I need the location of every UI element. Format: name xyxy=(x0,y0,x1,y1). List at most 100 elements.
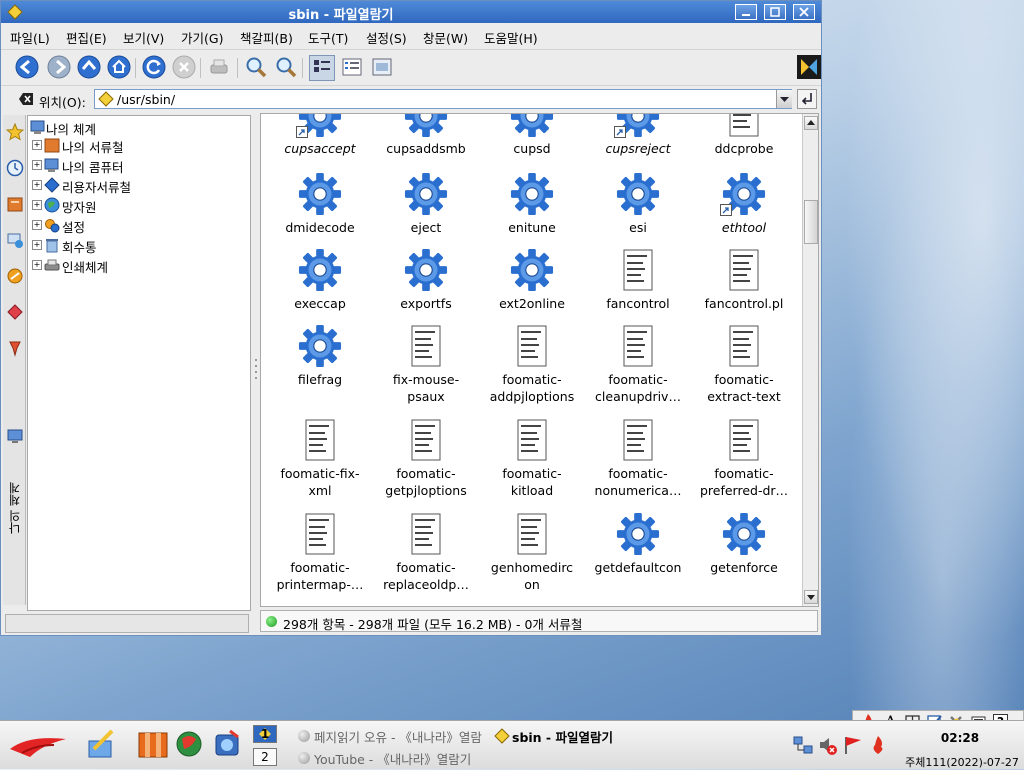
computer-icon[interactable] xyxy=(6,427,24,445)
file-item-genhomedircon[interactable]: genhomedirc on xyxy=(479,512,585,596)
file-item-esi[interactable]: esi xyxy=(585,172,691,256)
file-item-foomatic-preferred-dr[interactable]: foomatic-preferred-dr… xyxy=(691,418,797,502)
tag-icon[interactable] xyxy=(6,303,24,321)
home-folder-icon[interactable] xyxy=(6,195,24,213)
expand-icon[interactable]: + xyxy=(32,140,42,150)
executable-gear-icon xyxy=(298,172,342,216)
web-browser-icon[interactable] xyxy=(174,727,208,761)
start-menu-icon[interactable] xyxy=(8,727,68,761)
preview-view-button[interactable] xyxy=(370,55,394,79)
menu-tools[interactable]: 도구(T) xyxy=(308,28,348,47)
task-youtube[interactable]: YouTube - 《내나라》열람기 xyxy=(298,749,508,767)
file-name: ext2online xyxy=(499,296,565,311)
task-error-page[interactable]: 페지읽기 오유 - 《내나라》열람 xyxy=(298,727,490,745)
file-item-getdefaultcon[interactable]: getdefaultcon xyxy=(585,512,691,596)
menu-help[interactable]: 도움말(H) xyxy=(484,28,538,47)
back-button[interactable] xyxy=(15,55,39,79)
file-item-filefrag[interactable]: filefrag xyxy=(267,324,373,408)
file-item-foomatic-nonumerica[interactable]: foomatic-nonumerica… xyxy=(585,418,691,502)
menu-file[interactable]: 파일(L) xyxy=(10,28,50,47)
services-icon[interactable] xyxy=(6,267,24,285)
maximize-button[interactable] xyxy=(764,4,786,20)
go-button[interactable] xyxy=(797,89,817,109)
executable-gear-icon xyxy=(298,248,342,292)
folder-diamond-icon xyxy=(98,91,114,107)
pager-desktop-1[interactable]: 1 xyxy=(253,725,277,743)
flag-icon[interactable] xyxy=(843,734,863,756)
scrollbar-thumb[interactable] xyxy=(804,200,818,244)
up-button[interactable] xyxy=(77,55,101,79)
file-item-foomatic-printermap-[interactable]: foomatic-printermap-… xyxy=(267,512,373,596)
zoom-out-button[interactable] xyxy=(274,55,298,79)
sidebar-vertical-label[interactable]: 나의 체계 xyxy=(6,481,22,535)
file-item-eject[interactable]: eject xyxy=(373,172,479,256)
home-button[interactable] xyxy=(107,55,131,79)
network-status-icon[interactable] xyxy=(793,734,813,756)
file-item-fix-mouse-psaux[interactable]: fix-mouse-psaux xyxy=(373,324,479,408)
clear-location-icon[interactable] xyxy=(18,92,34,106)
title-bar[interactable]: sbin - 파일열람기 xyxy=(1,1,821,23)
menu-settings[interactable]: 설정(S) xyxy=(366,28,407,47)
zoom-in-button[interactable] xyxy=(244,55,268,79)
file-item-exportfs[interactable]: exportfs xyxy=(373,248,479,332)
expand-icon[interactable]: + xyxy=(32,220,42,230)
forward-button[interactable] xyxy=(47,55,71,79)
vertical-scrollbar[interactable] xyxy=(802,114,818,606)
file-item-getenforce[interactable]: getenforce xyxy=(691,512,797,596)
reload-button[interactable] xyxy=(142,55,166,79)
file-item-foomatic-getpjloptions[interactable]: foomatic-getpjloptions xyxy=(373,418,479,502)
file-name: ddcprobe xyxy=(714,141,774,156)
file-manager-launcher-icon[interactable] xyxy=(136,727,170,761)
file-item-foomatic-kitload[interactable]: foomatic-kitload xyxy=(479,418,585,502)
text-editor-icon[interactable] xyxy=(84,727,118,761)
script-file-icon xyxy=(616,248,660,292)
menu-go[interactable]: 가기(G) xyxy=(181,28,223,47)
expand-icon[interactable]: + xyxy=(32,260,42,270)
kde-logo-icon[interactable] xyxy=(797,55,821,79)
flame-tray-icon[interactable] xyxy=(868,734,888,756)
file-item-dmidecode[interactable]: dmidecode xyxy=(267,172,373,256)
network-icon[interactable] xyxy=(6,231,24,249)
file-item-ext2online[interactable]: ext2online xyxy=(479,248,585,332)
file-item-foomatic-extract-text[interactable]: foomatic-extract-text xyxy=(691,324,797,408)
file-item-foomatic-replaceoldp[interactable]: foomatic-replaceoldp… xyxy=(373,512,479,596)
expand-icon[interactable]: + xyxy=(32,240,42,250)
panel-splitter[interactable] xyxy=(253,115,259,611)
detail-view-button[interactable] xyxy=(340,55,364,79)
history-clock-icon[interactable] xyxy=(6,159,24,177)
expand-icon[interactable]: + xyxy=(32,160,42,170)
close-button[interactable] xyxy=(793,4,815,20)
location-dropdown[interactable] xyxy=(776,90,792,108)
file-item-fancontrol[interactable]: fancontrol xyxy=(585,248,691,332)
file-item-ethtool[interactable]: ethtool xyxy=(691,172,797,256)
file-item-foomatic-addpjloptions[interactable]: foomatic-addpjloptions xyxy=(479,324,585,408)
expand-icon[interactable]: + xyxy=(32,200,42,210)
file-item-enitune[interactable]: enitune xyxy=(479,172,585,256)
pager-desktop-2[interactable]: 2 xyxy=(253,748,277,766)
file-icon-view[interactable]: cupsaccept cupsaddsmb cupsd cupsreject d… xyxy=(260,113,819,607)
file-name: cupsaccept xyxy=(284,141,356,156)
menu-bookmarks[interactable]: 책갈피(B) xyxy=(240,28,293,47)
minimize-button[interactable] xyxy=(735,4,757,20)
expand-icon[interactable]: + xyxy=(32,180,42,190)
bookmarks-star-icon[interactable] xyxy=(6,123,24,141)
print-button[interactable] xyxy=(207,55,231,79)
location-input[interactable]: /usr/sbin/ xyxy=(94,89,792,109)
clock-time[interactable]: 02:28 xyxy=(930,731,990,745)
pager-label-1: 1 xyxy=(260,727,270,741)
icon-view-button[interactable] xyxy=(309,55,335,81)
stop-button[interactable] xyxy=(172,55,196,79)
file-item-execcap[interactable]: execcap xyxy=(267,248,373,332)
menu-window[interactable]: 창문(W) xyxy=(423,28,468,47)
media-player-icon[interactable] xyxy=(210,727,244,761)
scroll-up-button[interactable] xyxy=(804,116,818,130)
menu-view[interactable]: 보기(V) xyxy=(123,28,164,47)
file-item-foomatic-fix-xml[interactable]: foomatic-fix-xml xyxy=(267,418,373,502)
task-sbin-file-manager[interactable]: sbin - 파일열람기 xyxy=(494,727,656,745)
menu-edit[interactable]: 편집(E) xyxy=(66,28,107,47)
volume-muted-icon[interactable] xyxy=(818,734,838,756)
pin-icon[interactable] xyxy=(6,339,24,357)
file-item-fancontrol.pl[interactable]: fancontrol.pl xyxy=(691,248,797,332)
scroll-down-button[interactable] xyxy=(804,590,818,604)
file-item-foomatic-cleanupdriv[interactable]: foomatic-cleanupdriv… xyxy=(585,324,691,408)
